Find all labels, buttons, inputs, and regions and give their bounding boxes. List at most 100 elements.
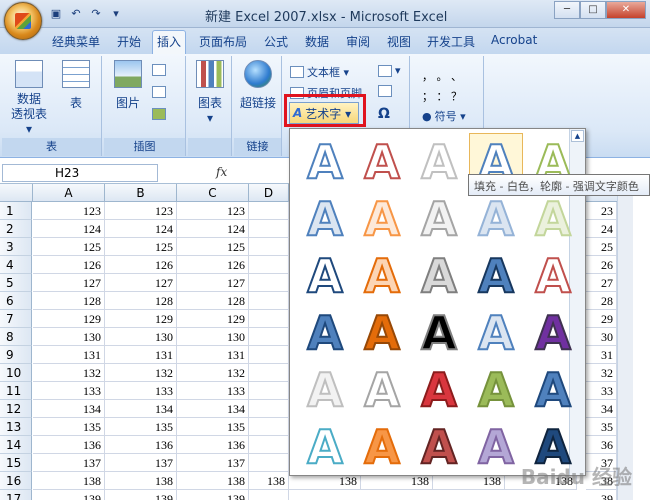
table-cell[interactable]: 138 [33,472,105,490]
row-header[interactable]: 4 [0,256,32,274]
wordart-style-option[interactable]: A [298,190,352,244]
row-header[interactable]: 2 [0,220,32,238]
tab-view[interactable]: 视图 [387,33,411,50]
table-cell[interactable]: 123 [33,202,105,220]
wordart-style-option[interactable]: A [469,247,523,301]
table-cell[interactable]: 135 [105,418,177,436]
customize-icon[interactable]: ▾ [108,5,124,21]
table-cell[interactable]: 133 [177,382,249,400]
table-cell[interactable]: 130 [105,328,177,346]
table-cell[interactable] [249,382,289,400]
table-cell[interactable]: 135 [177,418,249,436]
table-cell[interactable]: 131 [33,346,105,364]
signature-line-button[interactable]: ▾ [378,64,401,77]
table-cell[interactable] [249,346,289,364]
table-cell[interactable]: 123 [177,202,249,220]
tab-home[interactable]: 开始 [117,33,141,50]
textbox-button[interactable]: 文本框 ▾ [290,64,349,80]
table-cell[interactable]: 124 [105,220,177,238]
name-box[interactable]: H23 [2,164,158,182]
column-header-d[interactable]: D [249,184,289,202]
pivot-table-button[interactable]: 数据 透视表 ▾ [8,60,50,137]
row-header[interactable]: 11 [0,382,32,400]
table-cell[interactable]: 126 [105,256,177,274]
table-cell[interactable] [249,418,289,436]
table-cell[interactable]: 31 [586,346,617,364]
redo-icon[interactable]: ↷ [88,5,104,21]
table-cell[interactable]: 124 [33,220,105,238]
table-cell[interactable]: 132 [177,364,249,382]
tab-formulas[interactable]: 公式 [264,33,288,50]
table-cell[interactable]: 133 [33,382,105,400]
table-cell[interactable]: 136 [33,436,105,454]
table-cell[interactable]: 123 [105,202,177,220]
table-cell[interactable]: 137 [105,454,177,472]
table-cell[interactable]: 136 [177,436,249,454]
table-cell[interactable]: 30 [586,328,617,346]
table-cell[interactable]: 124 [177,220,249,238]
column-header-a[interactable]: A [33,184,105,202]
table-cell[interactable]: 138 [177,472,249,490]
table-cell[interactable] [249,292,289,310]
table-cell[interactable]: 127 [33,274,105,292]
table-cell[interactable]: 136 [105,436,177,454]
fx-icon[interactable]: fx [216,165,227,179]
tab-page-layout[interactable]: 页面布局 [199,33,247,50]
clipart-button[interactable] [152,64,166,76]
punctuation-row-2[interactable]: ； ： ？ [422,88,462,104]
tab-developer[interactable]: 开发工具 [427,33,475,50]
table-cell[interactable]: 23 [586,202,617,220]
minimize-button[interactable]: ─ [554,1,580,19]
wordart-style-option[interactable]: A [526,304,580,358]
table-cell[interactable]: 131 [177,346,249,364]
row-header[interactable]: 5 [0,274,32,292]
table-cell[interactable]: 130 [177,328,249,346]
table-cell[interactable] [249,202,289,220]
wordart-style-option[interactable]: A [355,418,409,472]
undo-icon[interactable]: ↶ [68,5,84,21]
row-header[interactable]: 7 [0,310,32,328]
table-cell[interactable]: 129 [177,310,249,328]
wordart-style-option[interactable]: A [355,304,409,358]
table-cell[interactable]: 132 [105,364,177,382]
table-cell[interactable]: 139 [177,490,249,500]
wordart-style-option[interactable]: A [298,361,352,415]
table-cell[interactable] [249,256,289,274]
chart-button[interactable]: 图表 ▾ [192,60,228,126]
wordart-style-option[interactable]: A [298,304,352,358]
close-button[interactable]: ✕ [606,1,646,19]
table-cell[interactable]: 134 [33,400,105,418]
row-header[interactable]: 17 [0,490,32,500]
table-cell[interactable]: 24 [586,220,617,238]
table-cell[interactable]: 138 [249,472,289,490]
wordart-style-option[interactable]: A [355,133,409,187]
table-cell[interactable] [249,490,289,500]
tab-acrobat[interactable]: Acrobat [491,33,537,47]
column-header-b[interactable]: B [105,184,177,202]
wordart-style-option[interactable]: A [412,361,466,415]
table-cell[interactable]: 28 [586,292,617,310]
table-cell[interactable]: 25 [586,238,617,256]
table-cell[interactable]: 39 [586,490,617,500]
wordart-style-option[interactable]: A [412,247,466,301]
table-cell[interactable]: 139 [105,490,177,500]
wordart-style-option[interactable]: A [298,247,352,301]
table-cell[interactable]: 127 [177,274,249,292]
column-header-c[interactable]: C [177,184,249,202]
table-cell[interactable]: 36 [586,436,617,454]
row-header[interactable]: 10 [0,364,32,382]
symbol-omega-button[interactable]: Ω [378,106,390,122]
table-cell[interactable] [249,310,289,328]
table-cell[interactable]: 137 [33,454,105,472]
row-header[interactable]: 13 [0,418,32,436]
table-cell[interactable]: 33 [586,382,617,400]
tab-insert[interactable]: 插入 [152,30,187,54]
row-header[interactable]: 14 [0,436,32,454]
table-cell[interactable]: 129 [33,310,105,328]
smartart-button[interactable] [152,108,166,120]
table-cell[interactable]: 135 [33,418,105,436]
object-button[interactable] [378,85,392,97]
wordart-style-option[interactable]: A [298,418,352,472]
shapes-button[interactable] [152,86,166,98]
table-cell[interactable]: 134 [105,400,177,418]
